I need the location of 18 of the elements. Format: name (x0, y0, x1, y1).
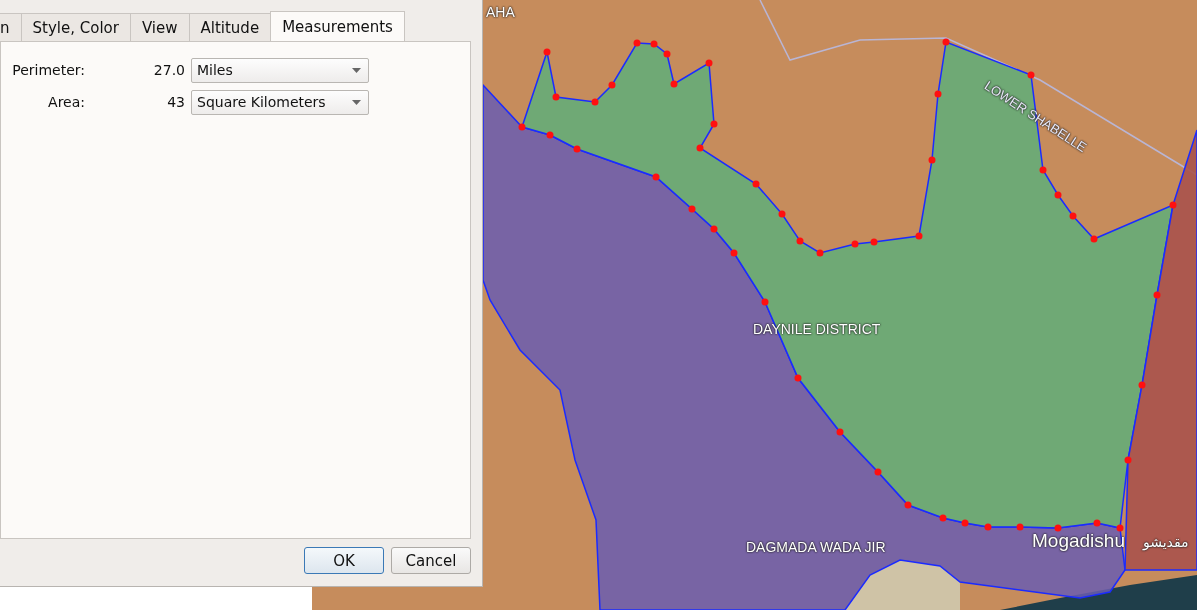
dialog-button[interactable]: Cancel (391, 547, 471, 574)
tab[interactable]: View (129, 13, 190, 42)
dialog-button[interactable]: OK (304, 547, 384, 574)
tab[interactable]: n (0, 13, 22, 42)
caret-icon (352, 67, 361, 73)
map-label: Mogadishu (1032, 530, 1125, 552)
map-label: AHA (486, 4, 515, 20)
tab[interactable]: Measurements (270, 11, 405, 41)
unit-dropdown[interactable]: Square Kilometers (191, 89, 369, 115)
caret-icon (352, 99, 361, 105)
field-label: Area: (47, 94, 85, 110)
measurement-value: 43 (166, 94, 186, 110)
field-label: Perimeter: (11, 62, 85, 78)
unit-dropdown[interactable]: Miles (191, 57, 369, 83)
tab[interactable]: Style, Color (20, 13, 131, 42)
map-label: DAGMADA WADA JIR (746, 539, 886, 555)
measurement-value: 27.0 (152, 62, 186, 78)
map-label: مقديشو (1143, 534, 1189, 550)
